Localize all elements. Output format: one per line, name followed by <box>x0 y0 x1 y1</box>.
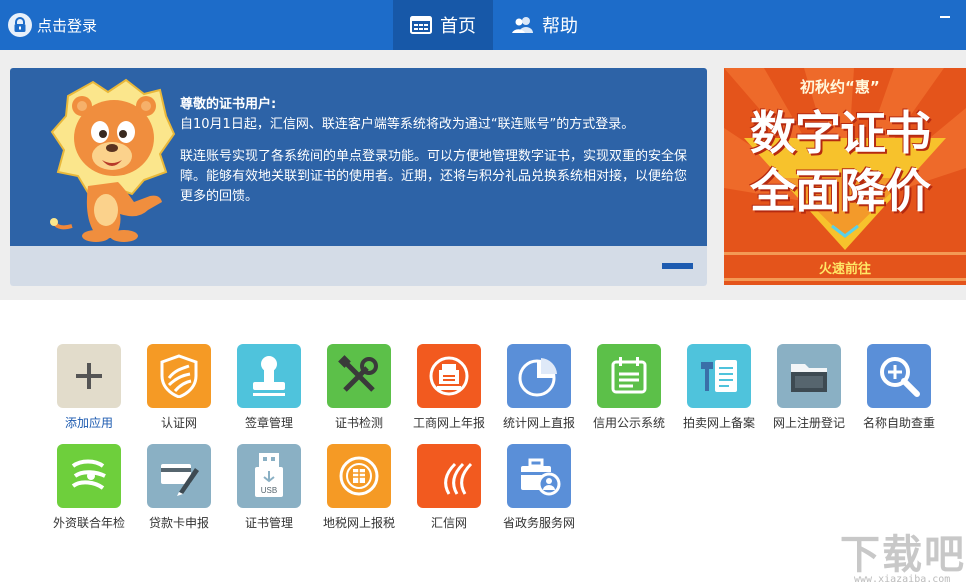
notice-title: 尊敬的证书用户: <box>180 97 277 112</box>
card-pen-icon <box>147 444 211 508</box>
foreign-logo-icon <box>57 444 121 508</box>
tools-icon <box>327 344 391 408</box>
notice-panel: 尊敬的证书用户: 自10月1日起，汇信网、联连客户端等系统将改为通过“联连账号”… <box>10 68 707 286</box>
app-gongshang-nianbao[interactable]: 工商网上年报 <box>403 344 495 438</box>
login-label: 点击登录 <box>37 16 98 35</box>
app-add[interactable]: 添加应用 <box>43 344 135 438</box>
minimize-button[interactable] <box>938 10 952 22</box>
stamp-icon <box>237 344 301 408</box>
grid-window-icon <box>410 16 432 34</box>
app-tongji-zhibao[interactable]: 统计网上直报 <box>493 344 585 438</box>
app-huixin[interactable]: 汇信网 <box>403 444 495 538</box>
users-icon <box>512 16 534 34</box>
app-daikuanka[interactable]: 贷款卡申报 <box>133 444 225 538</box>
app-dishui-baoshui[interactable]: 地税网上报税 <box>313 444 405 538</box>
app-qianzhang[interactable]: 签章管理 <box>223 344 315 438</box>
tax-seal-icon <box>327 444 391 508</box>
tab-help[interactable]: 帮助 <box>512 0 592 50</box>
gavel-document-icon <box>687 344 751 408</box>
app-paimai-beian[interactable]: 拍卖网上备案 <box>673 344 765 438</box>
folder-icon <box>777 344 841 408</box>
svg-text:USB: USB <box>261 486 277 495</box>
usb-key-icon: USB <box>237 444 301 508</box>
notice-text: 尊敬的证书用户: 自10月1日起，汇信网、联连客户端等系统将改为通过“联连账号”… <box>180 95 690 207</box>
pie-chart-icon <box>507 344 571 408</box>
watermark-logo: 下载吧 <box>840 532 966 578</box>
login-button[interactable]: 点击登录 <box>8 12 97 38</box>
watermark: 下载吧 www.xiazaiba.com <box>838 520 966 586</box>
calendar-board-icon <box>597 344 661 408</box>
icinfo-logo-icon <box>417 444 481 508</box>
app-zhengwu-fuwu[interactable]: 省政务服务网 <box>493 444 585 538</box>
promo-banner[interactable]: 初秋约“惠” 数字证书 全面降价 火速前往 <box>724 68 966 285</box>
app-mingcheng-chazhong[interactable]: 名称自助查重 <box>853 344 945 438</box>
emblem-icon <box>417 344 481 408</box>
app-label: 省政务服务网 <box>502 516 575 530</box>
app-xinyong-gongshi[interactable]: 信用公示系统 <box>583 344 675 438</box>
tab-home[interactable]: 首页 <box>393 0 493 50</box>
plus-icon <box>57 344 121 408</box>
app-label: 名称自助查重 <box>862 416 935 430</box>
watermark-url: www.xiazaiba.com <box>854 574 951 585</box>
notice-paragraph-2: 联连账号实现了各系统间的单点登录功能。可以方便地管理数字证书，实现双重的安全保障… <box>180 149 688 204</box>
notice-paragraph-1: 自10月1日起，汇信网、联连客户端等系统将改为通过“联连账号”的方式登录。 <box>180 117 635 132</box>
promo-cta: 火速前往 <box>818 262 871 277</box>
promo-stripe <box>724 252 966 255</box>
promo-stripe <box>724 278 966 281</box>
briefcase-user-icon <box>507 444 571 508</box>
app-zhengshu-guanli[interactable]: USB 证书管理 <box>223 444 315 538</box>
app-window: 点击登录 首页 帮助 尊敬的证书用户: 自10月1日起，汇信网、联连客户端等系统… <box>0 0 966 586</box>
promo-headline-1: 数字证书 <box>750 106 931 160</box>
app-waizi-nianjian[interactable]: 外资联合年检 <box>43 444 135 538</box>
tab-home-label: 首页 <box>440 16 476 37</box>
app-zhuce-dengji[interactable]: 网上注册登记 <box>763 344 855 438</box>
tab-help-label: 帮助 <box>542 16 578 37</box>
notice-footer <box>10 246 707 286</box>
app-zhengshu-jiance[interactable]: 证书检测 <box>313 344 405 438</box>
lion-mascot-icon <box>50 78 176 242</box>
promo-slogan: 初秋约“惠” <box>800 78 880 96</box>
shield-icon <box>147 344 211 408</box>
app-renzheng[interactable]: 认证网 <box>133 344 225 438</box>
top-bar: 点击登录 首页 帮助 <box>0 0 966 50</box>
magnifier-plus-icon <box>867 344 931 408</box>
carousel-indicator[interactable] <box>662 263 693 269</box>
lock-icon <box>8 13 32 37</box>
promo-headline-2: 全面降价 <box>750 164 931 218</box>
